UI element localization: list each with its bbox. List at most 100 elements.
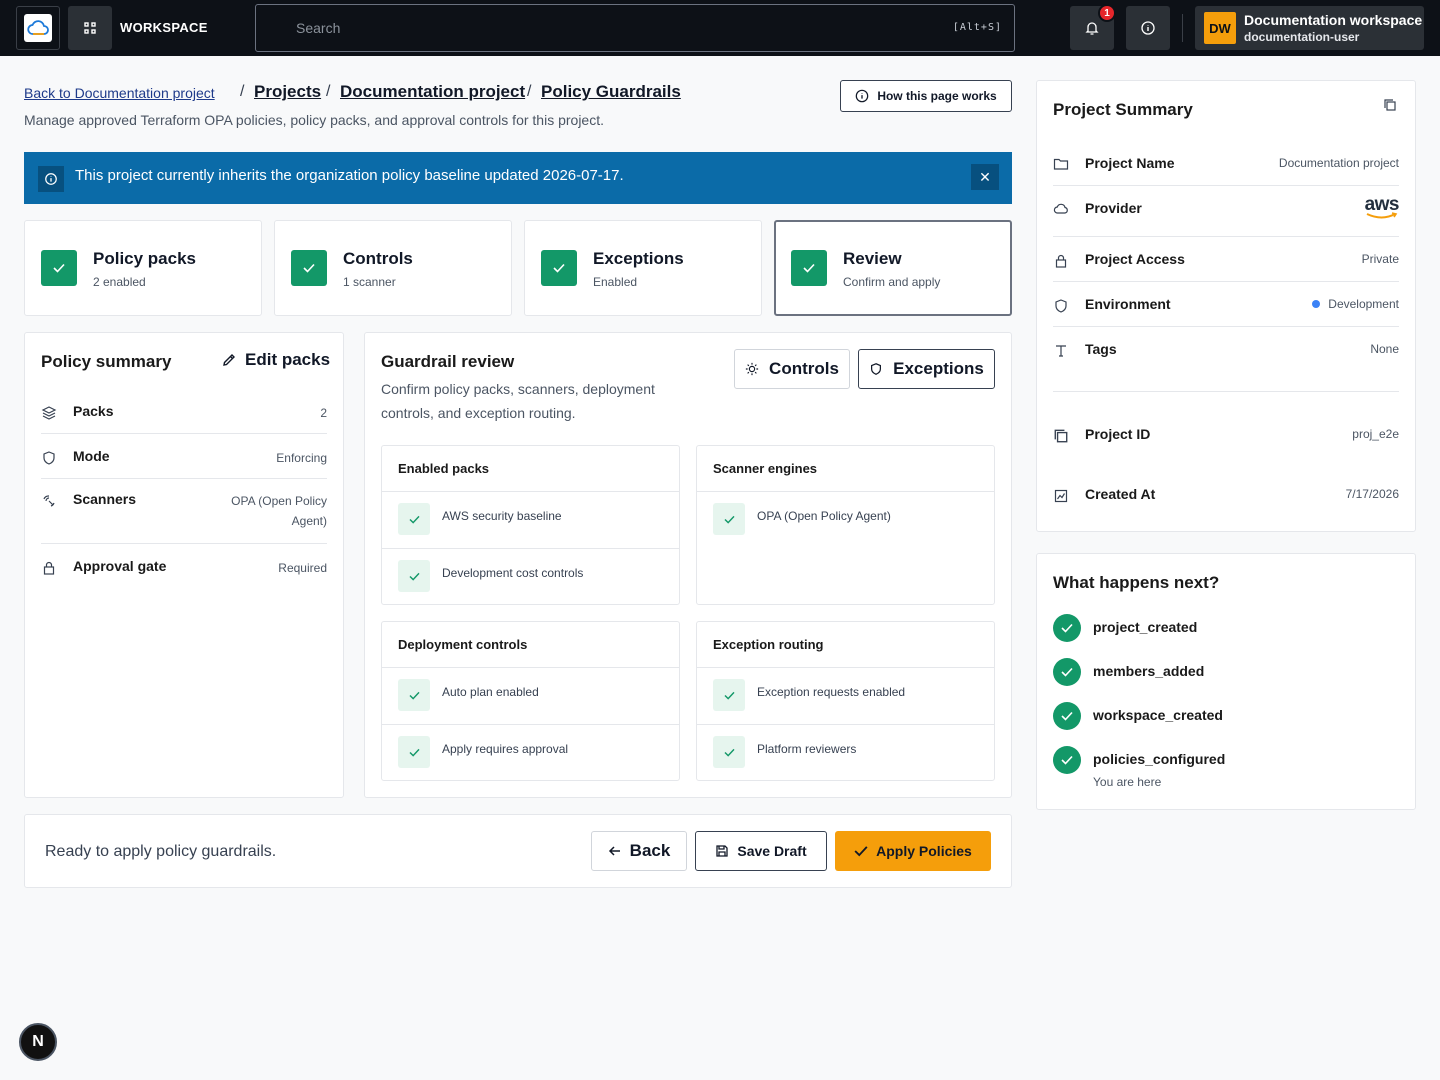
summary-label: Scanners bbox=[73, 491, 137, 507]
close-icon[interactable]: ✕ bbox=[971, 164, 999, 190]
how-page-works-button[interactable]: How this page works bbox=[840, 80, 1012, 112]
breadcrumb-project[interactable]: Documentation project bbox=[340, 82, 525, 102]
apps-grid-button[interactable] bbox=[68, 6, 112, 50]
step-subtitle: Confirm and apply bbox=[843, 275, 941, 289]
divider bbox=[41, 478, 327, 479]
back-button[interactable]: Back bbox=[591, 831, 687, 871]
arrow-left-icon bbox=[608, 846, 620, 856]
next-step-label: members_added bbox=[1093, 663, 1205, 679]
step-policy-packs[interactable]: Policy packs 2 enabled bbox=[24, 220, 262, 316]
divider bbox=[1053, 281, 1399, 282]
step-title: Policy packs bbox=[93, 249, 197, 268]
summary-label: Created At bbox=[1085, 486, 1156, 502]
apply-policies-label: Apply Policies bbox=[876, 843, 972, 859]
summary-label: Tags bbox=[1085, 341, 1117, 357]
summary-label: Provider bbox=[1085, 200, 1142, 216]
back-to-project-link[interactable]: Back to Documentation project bbox=[24, 85, 215, 101]
summary-value: Documentation project bbox=[1278, 156, 1399, 170]
dev-tools-badge[interactable]: N bbox=[19, 1023, 57, 1061]
exceptions-label: Exceptions bbox=[893, 359, 984, 378]
lock-icon bbox=[1055, 254, 1067, 268]
check-icon bbox=[398, 503, 430, 535]
user-menu[interactable]: DW Documentation workspace documentation… bbox=[1195, 6, 1424, 50]
info-button[interactable] bbox=[1126, 6, 1170, 50]
check-icon bbox=[41, 250, 77, 286]
summary-value: Private bbox=[1361, 252, 1399, 266]
check-icon bbox=[1053, 702, 1081, 730]
apply-policies-button[interactable]: Apply Policies bbox=[835, 831, 991, 871]
breadcrumb-policy-guardrails[interactable]: Policy Guardrails bbox=[541, 82, 681, 102]
cloud-icon bbox=[1053, 203, 1068, 214]
summary-label: Packs bbox=[73, 403, 114, 419]
action-footer: Ready to apply policy guardrails. Back S… bbox=[24, 814, 1012, 888]
shield-icon bbox=[43, 451, 55, 465]
policy-summary-title: Policy summary bbox=[41, 352, 172, 371]
check-icon bbox=[791, 250, 827, 286]
step-review[interactable]: Review Confirm and apply bbox=[774, 220, 1012, 316]
summary-label: Mode bbox=[73, 448, 110, 464]
breadcrumb-separator: / bbox=[527, 83, 532, 100]
deployment-controls-card: Deployment controls Auto plan enabled Ap… bbox=[381, 621, 680, 781]
breadcrumb-separator: / bbox=[240, 83, 245, 100]
check-icon bbox=[713, 679, 745, 711]
summary-value: Required bbox=[278, 561, 327, 575]
save-draft-button[interactable]: Save Draft bbox=[695, 831, 827, 871]
divider bbox=[382, 724, 679, 725]
search-box[interactable]: [Alt+S] bbox=[255, 4, 1015, 52]
divider bbox=[382, 548, 679, 549]
step-controls[interactable]: Controls 1 scanner bbox=[274, 220, 512, 316]
cloud-logo-icon bbox=[24, 14, 52, 42]
copy-icon[interactable] bbox=[1383, 98, 1397, 112]
next-step-label: workspace_created bbox=[1093, 707, 1223, 723]
list-item-label: AWS security baseline bbox=[442, 509, 562, 523]
summary-label: Environment bbox=[1085, 296, 1171, 312]
deployment-controls-title: Deployment controls bbox=[398, 637, 528, 652]
summary-value: 2 bbox=[320, 406, 327, 420]
scanner-icon bbox=[43, 495, 55, 507]
check-icon bbox=[854, 846, 868, 857]
policy-summary-card: Policy summary Edit packs Packs 2 Mode E… bbox=[24, 332, 344, 798]
search-shortcut: [Alt+S] bbox=[952, 22, 1002, 33]
controls-label: Controls bbox=[769, 359, 839, 378]
check-icon bbox=[713, 736, 745, 768]
top-bar: WORKSPACE [Alt+S] 1 DW Documentation wor… bbox=[0, 0, 1440, 56]
divider bbox=[697, 667, 994, 668]
lock-icon bbox=[43, 561, 55, 575]
controls-button[interactable]: Controls bbox=[734, 349, 850, 389]
breadcrumb-separator: / bbox=[326, 83, 331, 100]
summary-value: Development bbox=[1328, 297, 1399, 311]
info-icon bbox=[856, 89, 869, 103]
status-dot bbox=[1312, 300, 1321, 308]
aws-smile-icon bbox=[1366, 212, 1398, 219]
summary-label: Approval gate bbox=[73, 558, 167, 574]
step-exceptions[interactable]: Exceptions Enabled bbox=[524, 220, 762, 316]
notification-badge: 1 bbox=[1098, 4, 1116, 22]
divider bbox=[1053, 326, 1399, 327]
summary-label: Project ID bbox=[1085, 426, 1151, 442]
check-icon bbox=[291, 250, 327, 286]
check-icon bbox=[398, 736, 430, 768]
guardrail-review-title: Guardrail review bbox=[381, 352, 515, 371]
edit-packs-button[interactable]: Edit packs bbox=[221, 350, 330, 370]
summary-value: 7/17/2026 bbox=[1345, 487, 1399, 501]
save-icon bbox=[716, 845, 729, 857]
calendar-chart-icon bbox=[1054, 489, 1068, 503]
guardrail-review-description: Confirm policy packs, scanners, deployme… bbox=[381, 381, 655, 421]
list-item-label: Development cost controls bbox=[442, 566, 584, 580]
bell-icon bbox=[1085, 22, 1099, 35]
user-name: documentation-user bbox=[1244, 30, 1360, 44]
exceptions-button[interactable]: Exceptions bbox=[858, 349, 995, 389]
search-input[interactable] bbox=[296, 17, 896, 39]
step-title: Review bbox=[843, 249, 902, 268]
exception-routing-card: Exception routing Exception requests ena… bbox=[696, 621, 995, 781]
save-draft-label: Save Draft bbox=[737, 843, 807, 859]
breadcrumb-projects[interactable]: Projects bbox=[254, 82, 321, 102]
current-step-note: You are here bbox=[1093, 775, 1162, 789]
avatar: DW bbox=[1204, 12, 1236, 44]
divider bbox=[1053, 236, 1399, 237]
check-icon bbox=[541, 250, 577, 286]
back-label: Back bbox=[629, 841, 671, 860]
app-logo[interactable] bbox=[16, 6, 60, 50]
divider bbox=[41, 433, 327, 434]
workspace-label[interactable]: WORKSPACE bbox=[120, 20, 208, 35]
